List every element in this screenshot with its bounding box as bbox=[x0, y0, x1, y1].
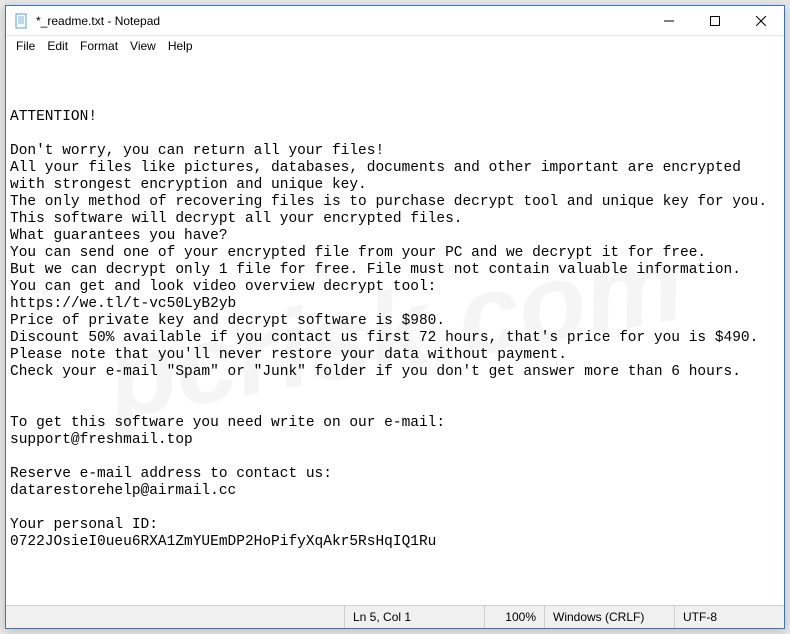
maximize-button[interactable] bbox=[692, 6, 738, 36]
minimize-button[interactable] bbox=[646, 6, 692, 36]
text-area[interactable]: pcrisk.com ATTENTION! Don't worry, you c… bbox=[6, 56, 784, 605]
status-lineend: Windows (CRLF) bbox=[544, 606, 674, 628]
menu-help[interactable]: Help bbox=[162, 38, 199, 54]
close-button[interactable] bbox=[738, 6, 784, 36]
status-encoding: UTF-8 bbox=[674, 606, 784, 628]
window-title: *_readme.txt - Notepad bbox=[36, 14, 160, 28]
titlebar[interactable]: *_readme.txt - Notepad bbox=[6, 6, 784, 36]
status-zoom: 100% bbox=[484, 606, 544, 628]
status-lncol: Ln 5, Col 1 bbox=[344, 606, 484, 628]
text-content[interactable]: ATTENTION! Don't worry, you can return a… bbox=[10, 109, 780, 551]
menu-view[interactable]: View bbox=[124, 38, 162, 54]
notepad-window: *_readme.txt - Notepad File Edit Format … bbox=[5, 5, 785, 629]
menu-format[interactable]: Format bbox=[74, 38, 124, 54]
menu-edit[interactable]: Edit bbox=[41, 38, 74, 54]
notepad-icon bbox=[14, 13, 30, 29]
status-spacer bbox=[6, 606, 344, 628]
statusbar: Ln 5, Col 1 100% Windows (CRLF) UTF-8 bbox=[6, 605, 784, 628]
menu-file[interactable]: File bbox=[10, 38, 41, 54]
menubar: File Edit Format View Help bbox=[6, 36, 784, 56]
